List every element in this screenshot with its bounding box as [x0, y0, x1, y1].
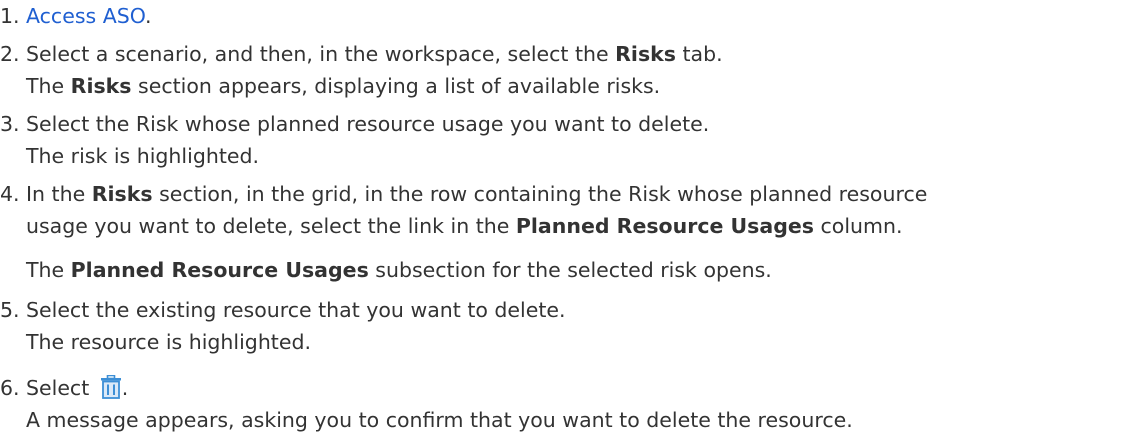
- step-text: section, in the grid, in the row contain…: [152, 182, 928, 206]
- step-text: .: [145, 4, 152, 28]
- step-result-text: The: [26, 258, 71, 282]
- step-text: In the: [26, 182, 92, 206]
- step-text: Select: [26, 376, 96, 400]
- step-body: Access ASO.: [26, 0, 1144, 32]
- step-text: column.: [814, 214, 903, 238]
- step-body: Select the Risk whose planned resource u…: [26, 108, 1144, 172]
- step-body: Select the existing resource that you wa…: [26, 294, 1144, 358]
- step-body: Select a scenario, and then, in the work…: [26, 38, 1144, 102]
- ui-term-risks-section: Risks: [91, 182, 153, 206]
- step-result-text: section appears, displaying a list of av…: [131, 74, 661, 98]
- step-number: 5.: [0, 298, 20, 322]
- step-result-text: A message appears, asking you to confirm…: [26, 408, 853, 432]
- step-result-text: subsection for the selected risk opens.: [368, 258, 772, 282]
- ui-term-risks-section: Risks: [70, 74, 132, 98]
- access-aso-link[interactable]: Access ASO: [26, 4, 145, 28]
- trash-icon: [100, 374, 122, 399]
- ui-term-planned-resource-usages-column: Planned Resource Usages: [515, 214, 814, 238]
- step-text: Select the Risk whose planned resource u…: [26, 112, 710, 136]
- step-result-text: The resource is highlighted.: [26, 330, 311, 354]
- ui-term-planned-resource-usages-subsection: Planned Resource Usages: [70, 258, 369, 282]
- step-result-text: The: [26, 74, 71, 98]
- step-text: .: [121, 376, 129, 400]
- step-number: 4.: [0, 182, 20, 206]
- step-number: 6.: [0, 376, 20, 400]
- step-text: Select a scenario, and then, in the work…: [26, 42, 616, 66]
- step-body: Select . A message appears, asking you t…: [26, 372, 1144, 436]
- step-text: Select the existing resource that you wa…: [26, 298, 566, 322]
- step-result-text: The risk is highlighted.: [26, 144, 259, 168]
- step-body: In the Risks section, in the grid, in th…: [26, 178, 1144, 286]
- step-text: usage you want to delete, select the lin…: [26, 214, 516, 238]
- step-number: 2.: [0, 42, 20, 66]
- step-number: 1.: [0, 4, 20, 28]
- ui-term-risks-tab: Risks: [615, 42, 676, 66]
- step-number: 3.: [0, 112, 20, 136]
- step-text: tab.: [676, 42, 723, 66]
